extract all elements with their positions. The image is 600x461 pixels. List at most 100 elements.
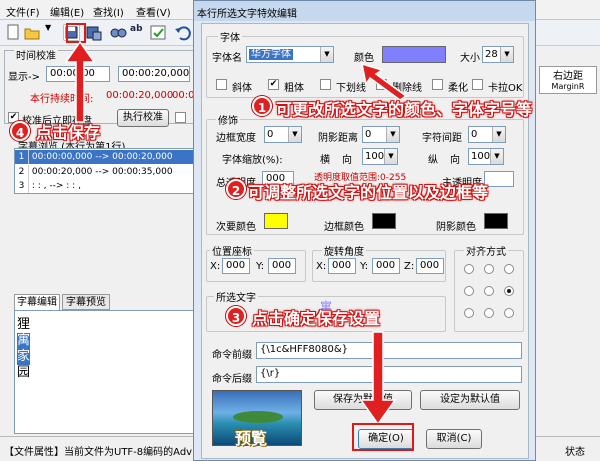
find-icon[interactable] [110,24,127,41]
blur-label: 柔化 [448,83,468,94]
spellcheck-icon[interactable] [150,24,167,41]
rot-z-input[interactable]: 000 [416,258,444,274]
chevron-down-icon: ▼ [386,127,399,142]
secondary-color-swatch[interactable] [264,213,288,229]
new-icon[interactable] [5,24,22,41]
sync-group-title: 时间校准 [14,47,58,62]
island-shape [233,411,283,423]
arrow-down-icon [359,331,397,426]
shadow-color-label: 阴影颜色 [436,222,476,233]
open-icon[interactable] [24,24,41,41]
time-input-b[interactable]: 00:00:20,000 [118,66,190,82]
char-spacing-select[interactable]: 0 ▼ [468,126,506,143]
pos-y-input[interactable]: 000 [268,258,296,274]
font-group-title: 字体 [218,29,242,44]
dialog-titlebar: 本行所选文字特效编辑 [194,1,535,21]
editor-line-selected: 寓 [17,333,31,349]
step-1-badge: 1 [252,96,272,116]
chevron-down-icon: ▼ [320,47,333,62]
horizontal-label: 横 [320,155,330,166]
chevron-down-icon: ▼ [490,149,503,164]
shadow-distance-select[interactable]: 0 ▼ [362,126,400,143]
align-middle-right-radio[interactable] [504,286,514,296]
char-spacing-value: 0 [471,129,478,140]
rot-x-input[interactable]: 000 [328,258,356,274]
table-row[interactable]: 2 00:00:20,000 --> 00:00:35,000 [15,165,193,179]
shadow-color-swatch[interactable] [484,213,508,229]
subtitle-list[interactable]: 1 00:00:00,000 --> 00:00:20,000 2 00:00:… [14,148,194,194]
align-bottom-right-radio[interactable] [504,308,514,318]
italic-checkbox[interactable] [216,79,227,90]
border-width-select[interactable]: 0 ▼ [264,126,302,143]
preview-image: 预覧 [212,390,302,448]
run-sync-button[interactable]: 执行校准 [117,109,169,127]
step-3-caption: 点击确定保存设置 [252,309,381,328]
table-row[interactable]: 1 00:00:00,000 --> 00:00:20,000 [15,150,193,164]
subtitle-editor[interactable]: 狸 寓 家 园 [14,310,194,434]
menu-edit[interactable]: 编辑(E) [50,4,84,19]
align-top-right-radio[interactable] [504,264,514,274]
cancel-button[interactable]: 取消(C) [426,429,482,449]
option-checkbox[interactable] [175,112,186,123]
display-label: 显示-> [8,72,40,83]
font-size-value: 28 [485,49,498,60]
scale-label: 字体缩放(%): [222,155,283,166]
shadow-distance-value: 0 [365,129,372,140]
karaoke-label: 卡拉OK [488,83,523,94]
border-width-value: 0 [267,129,274,140]
font-size-select[interactable]: 28 ▼ [482,46,514,63]
blur-checkbox[interactable] [432,79,443,90]
bold-checkbox[interactable]: ✔ [268,79,279,90]
tab-preview[interactable]: 字幕预览 [62,294,110,310]
rot-x-label: X: [316,261,327,272]
position-group-title: 位置座标 [210,243,254,258]
main-opacity-input[interactable] [484,171,514,187]
underline-checkbox[interactable] [320,79,331,90]
vertical-scale-value: 100 [471,151,491,162]
align-bottom-left-radio[interactable] [464,308,474,318]
margin-subheader: MarginR [551,82,585,91]
editor-line: 狸 [17,317,31,332]
shadow-distance-label: 阴影距离 [318,133,358,144]
duration-value: 00:00:20,000 [106,90,174,101]
border-color-swatch[interactable] [372,213,396,229]
row-number: 2 [15,165,29,179]
set-default-button[interactable]: 设定为默认值 [420,390,520,410]
replace-icon[interactable]: ab [130,24,147,41]
font-name-select[interactable]: 华方字体 ▼ [246,46,334,63]
align-group-title: 对齐方式 [464,243,508,258]
chevron-down-icon: ▼ [500,47,513,62]
menu-view[interactable]: 查看(V) [136,4,171,19]
vertical-scale-select[interactable]: 100 ▼ [468,148,504,165]
tab-edit[interactable]: 字幕编辑 [14,294,60,310]
align-top-center-radio[interactable] [484,264,494,274]
pos-x-input[interactable]: 000 [222,258,250,274]
font-name-label: 字体名 [212,53,242,64]
row-time: 00:00:20,000 --> 00:00:35,000 [31,167,173,177]
horizontal-scale-select[interactable]: 100 ▼ [362,148,398,165]
primary-color-swatch[interactable] [382,46,446,63]
align-middle-center-radio[interactable] [484,286,494,296]
save-as-icon[interactable] [85,24,102,41]
duration-value-2: 00:0 [172,90,195,101]
karaoke-checkbox[interactable] [472,79,483,90]
border-color-label: 边框颜色 [324,222,364,233]
dropdown-arrow-icon[interactable]: ▼ [45,23,53,40]
horizontal-scale-value: 100 [365,151,385,162]
chevron-down-icon: ▼ [492,127,505,142]
rot-y-input[interactable]: 000 [372,258,400,274]
undo-icon[interactable] [174,24,191,41]
align-top-left-radio[interactable] [464,264,474,274]
chevron-down-icon: ▼ [384,149,397,164]
menu-find[interactable]: 查找(I) [93,4,124,19]
align-middle-left-radio[interactable] [464,286,474,296]
italic-label: 斜体 [232,83,252,94]
prefix-label: 命令前缀 [212,350,252,361]
align-bottom-center-radio[interactable] [484,308,494,318]
rotation-group-title: 旋转角度 [322,243,366,258]
menu-file[interactable]: 文件(F) [6,4,40,19]
status-right: 状态 [565,447,585,458]
row-number: 3 [15,179,29,193]
table-row[interactable]: 3 : : , --> : : , [15,179,193,193]
row-time: : : , --> : : , [31,181,81,191]
